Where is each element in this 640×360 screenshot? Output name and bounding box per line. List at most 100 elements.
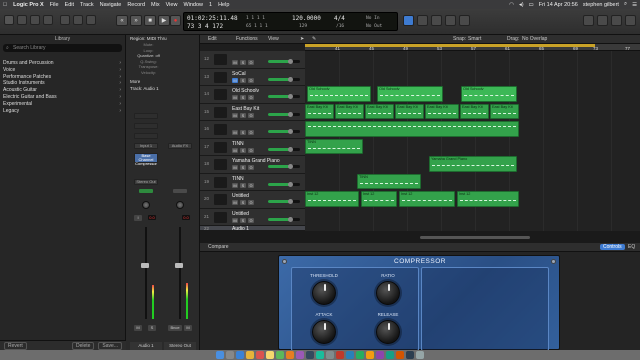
app-icon[interactable]: [356, 351, 364, 359]
region[interactable]: Old Schoolv: [461, 86, 517, 102]
solo-button[interactable]: [431, 15, 442, 26]
notepad-button[interactable]: [583, 15, 594, 26]
automation-read-button[interactable]: [139, 189, 153, 193]
region-more-toggle[interactable]: More: [126, 78, 199, 85]
tab-controls[interactable]: Controls: [600, 244, 625, 250]
region[interactable]: Inst 12: [361, 191, 397, 207]
track-volume-slider[interactable]: [268, 94, 300, 99]
library-item[interactable]: Legacy ›: [0, 108, 125, 115]
track-name[interactable]: Old Schoolv: [232, 88, 259, 94]
tab-eq[interactable]: EQ: [628, 244, 635, 250]
library-item[interactable]: Performance Patches ›: [0, 74, 125, 81]
track-header[interactable]: 21 Untitled M S ⊙: [200, 208, 305, 226]
track-volume-slider[interactable]: [268, 111, 300, 117]
app-icon[interactable]: [376, 351, 384, 359]
bounce-button[interactable]: Bnce: [168, 325, 182, 331]
launchpad-icon[interactable]: [226, 351, 234, 359]
menu-user[interactable]: stephen gilbert: [583, 2, 619, 8]
track-volume-slider[interactable]: [268, 216, 300, 222]
library-item[interactable]: Voice ›: [0, 67, 125, 74]
horizontal-scrollbar[interactable]: [420, 236, 530, 239]
track-name[interactable]: Yamaha Grand Piano: [232, 158, 280, 164]
track-solo-button[interactable]: S: [240, 95, 246, 100]
track-record-button[interactable]: ⊙: [248, 147, 254, 153]
menu-edit[interactable]: Edit: [65, 2, 74, 8]
track-record-button[interactable]: ⊙: [248, 130, 254, 135]
track-name[interactable]: TINN: [232, 141, 244, 147]
menu-file[interactable]: File: [50, 2, 59, 8]
region[interactable]: East Bay Kit: [490, 103, 519, 119]
arrange-area[interactable]: Old Schoolv Old Schoolv Old Schoolv East…: [305, 51, 640, 231]
forward-button[interactable]: »: [130, 15, 142, 26]
system-preferences-icon[interactable]: [326, 351, 334, 359]
mute-button[interactable]: M: [184, 325, 192, 331]
compressor-plugin-slot[interactable]: Base Channel Compressor: [134, 153, 158, 166]
track-record-button[interactable]: ⊙: [248, 165, 254, 170]
itunes-icon[interactable]: [296, 351, 304, 359]
volume-fader-track[interactable]: [179, 227, 181, 319]
track-solo-button[interactable]: S: [240, 77, 246, 83]
list-icon[interactable]: ☰: [632, 2, 637, 8]
messages-icon[interactable]: [276, 351, 284, 359]
track-solo-button[interactable]: S: [240, 200, 246, 205]
app-icon[interactable]: [396, 351, 404, 359]
save-button[interactable]: Save...: [98, 341, 122, 350]
region-inspector-header[interactable]: Region: MIDI Thru: [126, 35, 199, 42]
release-knob[interactable]: [376, 320, 400, 344]
library-item[interactable]: Electric Guitar and Bass ›: [0, 94, 125, 101]
track-header[interactable]: 16 M S ⊙: [200, 121, 305, 139]
track-volume-slider[interactable]: [268, 181, 300, 187]
track-name[interactable]: East Bay Kit: [232, 106, 259, 112]
apple-icon[interactable]: : [3, 2, 7, 8]
app-store-icon[interactable]: [316, 351, 324, 359]
track-name[interactable]: Untitled: [232, 211, 249, 217]
region[interactable]: Yamaha Grand Piano: [429, 156, 517, 172]
inspector-toggle-button[interactable]: [17, 15, 27, 25]
input-slot[interactable]: Input 1: [134, 143, 158, 149]
menu-track[interactable]: Track: [80, 2, 94, 8]
snap-select[interactable]: Smart: [468, 36, 481, 42]
smart-controls-toggle-button[interactable]: [60, 15, 70, 25]
track-header[interactable]: 15 East Bay Kit M S ⊙: [200, 103, 305, 121]
wifi-icon[interactable]: ◠: [509, 2, 514, 8]
track-record-button[interactable]: ⊙: [248, 217, 254, 223]
drag-select[interactable]: No Overlap: [522, 36, 547, 42]
track-mute-button[interactable]: M: [232, 147, 238, 153]
chrome-icon[interactable]: [246, 351, 254, 359]
library-item[interactable]: Experimental ›: [0, 101, 125, 108]
track-mute-button[interactable]: M: [232, 112, 238, 118]
region[interactable]: TINN: [357, 173, 421, 189]
track-record-button[interactable]: ⊙: [248, 200, 254, 205]
track-mute-button[interactable]: M: [232, 182, 238, 188]
track-mute-button[interactable]: M: [232, 60, 238, 65]
metronome-button[interactable]: [459, 15, 470, 26]
safari-icon[interactable]: [236, 351, 244, 359]
track-inspector-header[interactable]: Track: Audio 1: [126, 85, 199, 92]
pan-knob[interactable]: [176, 201, 184, 209]
cycle-button[interactable]: [403, 15, 414, 26]
spotlight-icon[interactable]: ⌕: [624, 1, 627, 8]
mixer-toggle-button[interactable]: [73, 15, 83, 25]
track-mute-button[interactable]: M: [232, 217, 238, 223]
track-record-button[interactable]: ⊙: [248, 60, 254, 65]
track-mute-button[interactable]: M: [232, 95, 238, 100]
record-button[interactable]: ●: [170, 15, 181, 26]
region[interactable]: East Bay Kit: [425, 103, 459, 119]
track-name[interactable]: Untitled: [232, 193, 249, 199]
region[interactable]: Inst 12: [305, 191, 359, 207]
track-record-button[interactable]: ⊙: [248, 77, 254, 83]
volume-fader[interactable]: [175, 263, 183, 268]
finder-icon[interactable]: [216, 351, 224, 359]
functions-menu[interactable]: Functions: [236, 36, 258, 42]
track-header[interactable]: 20 Untitled M S ⊙: [200, 191, 305, 209]
app-icon[interactable]: [346, 351, 354, 359]
stop-button[interactable]: ■: [144, 15, 156, 26]
lcd-display[interactable]: 01:02:25:11.48 73 3 4 172 1 1 1 1 65 1 1…: [183, 12, 398, 31]
track-solo-button[interactable]: S: [240, 130, 246, 135]
menu-1[interactable]: 1: [209, 2, 212, 8]
track-header[interactable]: 18 Yamaha Grand Piano M S ⊙: [200, 156, 305, 174]
editors-toggle-button[interactable]: [86, 15, 96, 25]
track-header[interactable]: 19 TINN M S ⊙: [200, 173, 305, 191]
count-in-button[interactable]: [445, 15, 456, 26]
ratio-knob[interactable]: [376, 281, 400, 305]
